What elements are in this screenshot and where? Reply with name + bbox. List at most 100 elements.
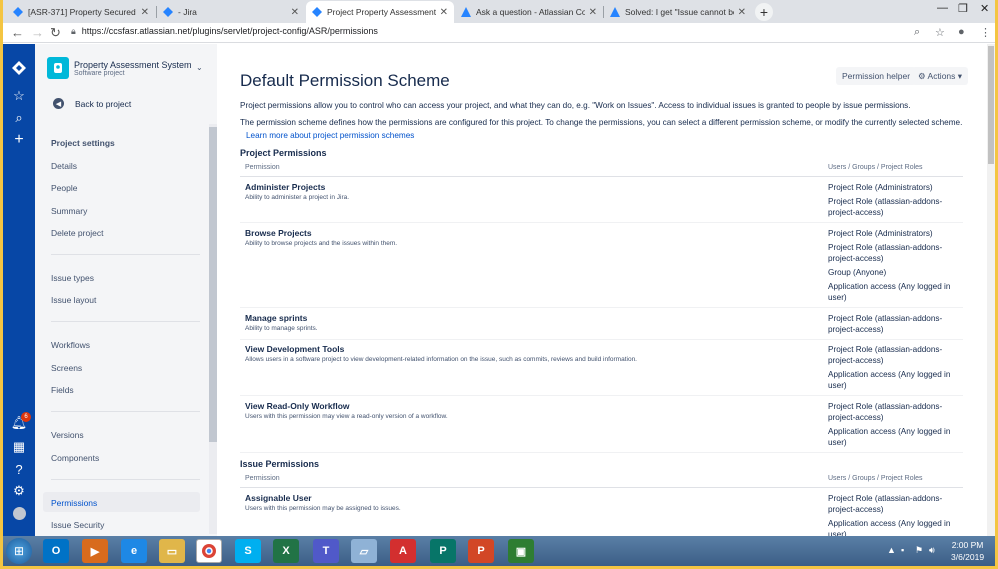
media-player-icon[interactable]: ▶ [82, 539, 108, 563]
new-tab-button[interactable]: + [755, 3, 773, 21]
permission-grants: Project Role (atlassian-addons-project-a… [828, 344, 953, 394]
grant-item: Project Role (atlassian-addons-project-a… [828, 345, 943, 365]
back-to-project-link[interactable]: ◀ Back to project [53, 98, 131, 109]
issue-permissions-heading: Issue Permissions [240, 459, 320, 469]
star-icon[interactable]: ☆ [11, 88, 27, 104]
volume-icon[interactable]: 🔊︎ [929, 545, 935, 556]
permission-grants: Project Role (Administrators) Project Ro… [828, 228, 953, 306]
permission-name: View Read-Only Workflow [245, 401, 350, 411]
permission-column-header: Permission [245, 475, 280, 482]
powerpoint-icon[interactable]: P [468, 539, 494, 563]
sidebar-scroll-thumb[interactable] [209, 127, 217, 442]
browser-tab-2[interactable]: - Jira ✕ [157, 1, 305, 23]
create-icon[interactable]: + [11, 131, 27, 148]
publisher-icon[interactable]: P [430, 539, 456, 563]
address-bar: ← → ↻ 🔒︎ https://ccsfasr.atlassian.net/pl… [3, 23, 995, 43]
tray-expand-icon[interactable]: ▲ [887, 545, 896, 555]
grant-item: Group (Anyone) [828, 268, 887, 277]
sidebar-item-people[interactable]: People [51, 183, 77, 193]
taskbar: ⊞ O ▶ e ▭ S X T ▱ A P P ▣ ▲ ▪ ⚑ 🔊︎ 2:00 … [3, 536, 995, 566]
intro-text-2: The permission scheme defines how the pe… [240, 118, 963, 127]
project-name[interactable]: Property Assessment System [74, 60, 192, 70]
grant-item: Project Role (Administrators) [828, 183, 933, 192]
clock-time: 2:00 PM [951, 540, 984, 550]
page-scroll-thumb[interactable] [988, 46, 994, 164]
outlook-icon[interactable]: O [43, 539, 69, 563]
reload-icon[interactable]: ↻ [50, 25, 61, 41]
search-icon[interactable]: ⌕ [11, 110, 27, 126]
sidebar-item-issue-layout[interactable]: Issue layout [51, 295, 96, 305]
sidebar-item-screens[interactable]: Screens [51, 363, 82, 373]
start-button[interactable]: ⊞ [6, 538, 32, 564]
settings-icon[interactable]: ⚙ [11, 483, 27, 499]
sidebar-item-permissions[interactable]: Permissions [43, 492, 200, 512]
browser-tab-1[interactable]: [ASR-371] Property Secured is lo ✕ [7, 1, 155, 23]
sidebar-item-issue-security[interactable]: Issue Security [51, 520, 104, 530]
help-icon[interactable]: ? [11, 461, 27, 477]
sidebar-item-fields[interactable]: Fields [51, 385, 74, 395]
star-icon[interactable]: ☆ [935, 26, 945, 39]
project-sidebar: Property Assessment System Software proj… [35, 44, 217, 536]
close-icon[interactable]: ✕ [291, 7, 299, 18]
flag-icon[interactable]: ⚑ [915, 545, 923, 556]
close-icon[interactable]: ✕ [738, 7, 746, 18]
forward-arrow-icon[interactable]: → [31, 25, 44, 40]
maximize-button[interactable]: ❐ [958, 2, 968, 15]
chrome-icon[interactable] [196, 539, 222, 563]
actions-label: Actions [927, 71, 956, 81]
search-icon[interactable]: ⌕ [914, 26, 920, 39]
permission-row: Browse Projects Ability to browse projec… [245, 228, 397, 247]
sidebar-item-details[interactable]: Details [51, 161, 77, 171]
sidebar-item-summary[interactable]: Summary [51, 206, 87, 216]
teams-icon[interactable]: T [313, 539, 339, 563]
jira-logo-icon[interactable] [11, 60, 27, 76]
back-arrow-icon[interactable]: ← [11, 25, 24, 40]
browser-tab-5[interactable]: Solved: I get "Issue cannot be vie ✕ [604, 1, 752, 23]
clock[interactable]: 2:00 PM 3/6/2019 [951, 539, 984, 563]
project-avatar [47, 57, 69, 79]
grant-item: Project Role (atlassian-addons-project-a… [828, 494, 943, 514]
grant-item: Application access (Any logged in user) [828, 370, 951, 390]
learn-more-link[interactable]: Learn more about project permission sche… [246, 131, 414, 140]
app-switcher-icon[interactable]: ▦ [11, 439, 27, 455]
acrobat-icon[interactable]: A [390, 539, 416, 563]
url-path: /plugins/servlet/project-config/ASR/perm… [189, 26, 378, 36]
sidebar-item-components[interactable]: Components [51, 453, 99, 463]
close-window-button[interactable]: ✕ [980, 2, 989, 15]
project-permissions-table-header: Permission Users / Groups / Project Role… [240, 163, 963, 177]
profile-icon[interactable]: ● [958, 26, 965, 38]
minimize-button[interactable]: — [937, 2, 948, 14]
internet-explorer-icon[interactable]: e [121, 539, 147, 563]
tray-app-icon[interactable]: ▪ [901, 545, 904, 555]
file-explorer-icon[interactable]: ▭ [159, 539, 185, 563]
back-label: Back to project [75, 98, 132, 109]
menu-icon[interactable]: ⋮ [980, 26, 991, 39]
sidebar-item-workflows[interactable]: Workflows [51, 340, 90, 350]
url-field[interactable]: 🔒︎ https://ccsfasr.atlassian.net/plugins/… [71, 26, 378, 37]
tab-label: [ASR-371] Property Secured is lo [28, 7, 137, 17]
permission-description: Ability to manage sprints. [245, 325, 318, 332]
avatar[interactable] [11, 505, 27, 521]
excel-icon[interactable]: X [273, 539, 299, 563]
permission-name: Manage sprints [245, 313, 308, 323]
skype-icon[interactable]: S [235, 539, 261, 563]
browser-tab-4[interactable]: Ask a question - Atlassian Comm ✕ [455, 1, 603, 23]
jira-icon [163, 7, 173, 17]
close-icon[interactable]: ✕ [141, 7, 149, 18]
sidebar-item-delete-project[interactable]: Delete project [51, 228, 103, 238]
sidebar-item-issue-types[interactable]: Issue types [51, 273, 94, 283]
grant-item: Application access (Any logged in user) [828, 282, 951, 302]
actions-button[interactable]: ⚙ Actions ▾ [912, 67, 969, 85]
permission-helper-button[interactable]: Permission helper [836, 67, 917, 85]
permission-row: View Development Tools Allows users in a… [245, 344, 637, 363]
close-icon[interactable]: ✕ [440, 7, 448, 18]
chevron-down-icon[interactable]: ⌄ [196, 63, 203, 72]
remote-desktop-icon[interactable]: ▣ [508, 539, 534, 563]
app-icon[interactable]: ▱ [351, 539, 377, 563]
sidebar-item-versions[interactable]: Versions [51, 430, 84, 440]
browser-tab-3[interactable]: Project Property Assessment Sys ✕ [306, 1, 454, 23]
grant-item: Project Role (atlassian-addons-project-a… [828, 402, 943, 422]
tab-label: - Jira [178, 7, 197, 17]
browser-tab-bar: [ASR-371] Property Secured is lo ✕ - Jir… [3, 0, 995, 23]
close-icon[interactable]: ✕ [589, 7, 597, 18]
